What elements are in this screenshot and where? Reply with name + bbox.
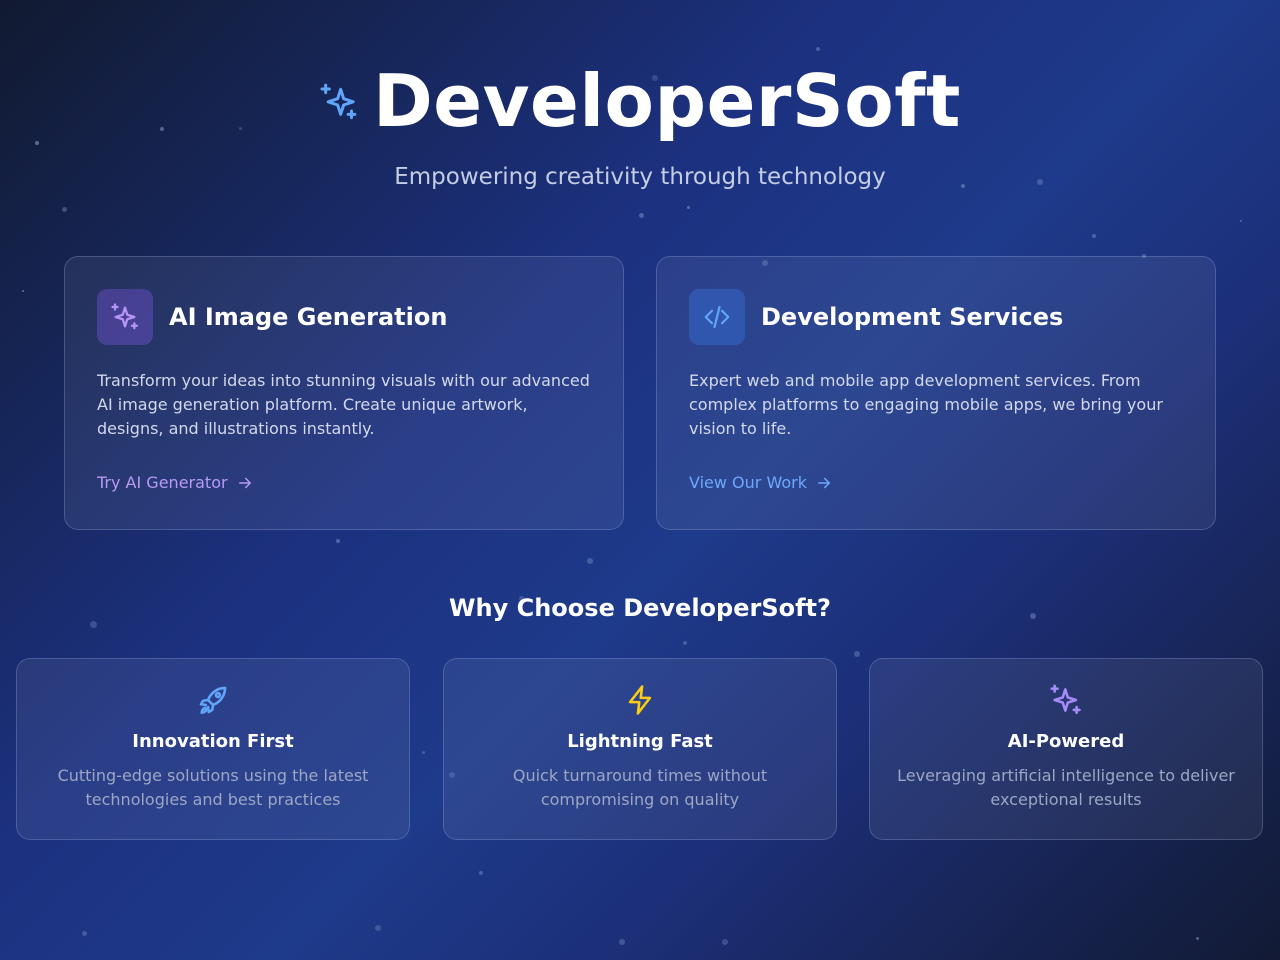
feature-title: AI-Powered	[1007, 731, 1125, 752]
feature-card-innovation: Innovation First Cutting-edge solutions …	[16, 658, 410, 840]
code-icon	[704, 305, 730, 329]
feature-title: Innovation First	[132, 731, 294, 752]
sparkles-icon	[320, 83, 357, 120]
service-icon-box	[97, 289, 153, 345]
feature-description: Quick turnaround times without compromis…	[512, 766, 768, 809]
feature-title: Lightning Fast	[567, 731, 713, 752]
tagline: Empowering creativity through technology	[394, 164, 886, 190]
feature-card-ai-powered: AI-Powered Leveraging artificial intelli…	[869, 658, 1263, 840]
sparkles-icon	[111, 303, 138, 330]
feature-description: Leveraging artificial intelligence to de…	[897, 766, 1235, 809]
view-our-work-link[interactable]: View Our Work	[689, 473, 833, 492]
hero-header: DeveloperSoft Empowering creativity thro…	[0, 62, 1280, 190]
lightning-icon	[628, 685, 652, 715]
service-card-ai-image: AI Image Generation Transform your ideas…	[64, 256, 624, 530]
service-description: Transform your ideas into stunning visua…	[97, 371, 590, 438]
service-description: Expert web and mobile app development se…	[689, 371, 1163, 438]
service-card-development: Development Services Expert web and mobi…	[656, 256, 1216, 530]
service-title: Development Services	[761, 303, 1064, 331]
arrow-right-icon	[817, 477, 830, 488]
try-ai-generator-link[interactable]: Try AI Generator	[97, 473, 254, 492]
brand: DeveloperSoft	[0, 62, 1280, 140]
link-label: Try AI Generator	[97, 473, 228, 492]
service-icon-box	[689, 289, 745, 345]
page-title: DeveloperSoft	[373, 59, 961, 143]
link-label: View Our Work	[689, 473, 807, 492]
feature-description: Cutting-edge solutions using the latest …	[57, 766, 369, 809]
why-section-title: Why Choose DeveloperSoft?	[449, 594, 831, 622]
sparkles-icon	[1050, 684, 1081, 715]
service-title: AI Image Generation	[169, 303, 448, 331]
rocket-icon	[199, 686, 227, 715]
arrow-right-icon	[238, 477, 251, 488]
feature-card-lightning: Lightning Fast Quick turnaround times wi…	[443, 658, 837, 840]
